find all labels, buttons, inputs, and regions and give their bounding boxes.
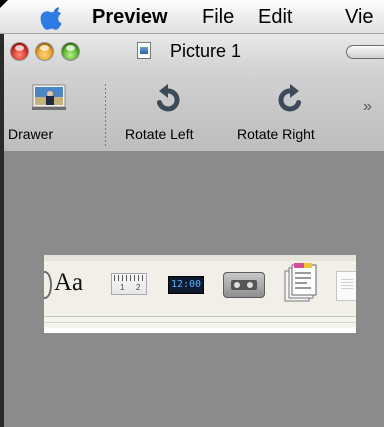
screen: Preview File Edit Vie Picture 1 Drawer R…	[0, 0, 384, 427]
toolbar-separator	[105, 84, 106, 146]
toolbar-overflow-chevron-icon[interactable]: »	[363, 98, 372, 116]
menu-bar: Preview File Edit Vie	[0, 0, 384, 34]
tape-reel-left	[234, 282, 240, 288]
menu-file[interactable]: File	[202, 4, 234, 30]
minimize-button[interactable]	[36, 43, 53, 60]
notes-documents-icon	[284, 263, 317, 302]
font-panel-icon: Aa	[54, 269, 84, 296]
screen-corner	[0, 0, 8, 8]
image-strip: Aa 1 2 12:00	[44, 255, 356, 333]
partial-icon	[44, 271, 52, 299]
window-title: Picture 1	[170, 41, 242, 61]
rotate-right-label[interactable]: Rotate Right	[237, 126, 315, 142]
ruler-number-1: 1	[120, 283, 125, 292]
menu-view[interactable]: Vie	[345, 4, 374, 30]
rotate-right-icon[interactable]	[276, 84, 304, 114]
ruler-number-2: 2	[136, 283, 141, 292]
menu-app-preview[interactable]: Preview	[92, 4, 168, 30]
cassette-tape-icon	[223, 272, 265, 298]
strip-top-band	[44, 255, 356, 261]
apple-menu-icon[interactable]	[40, 6, 66, 30]
ruler-ticks	[114, 275, 144, 281]
drawer-photo-icon[interactable]	[32, 84, 66, 110]
close-button[interactable]	[11, 43, 28, 60]
toolbar-toggle-button[interactable]	[346, 45, 384, 59]
menu-edit[interactable]: Edit	[258, 4, 292, 30]
tape-reel-right	[247, 282, 253, 288]
drawer-label[interactable]: Drawer	[8, 126, 53, 142]
clock-icon: 12:00	[168, 276, 204, 294]
rotate-left-icon[interactable]	[154, 84, 182, 114]
strip-bottom-lines	[44, 314, 356, 333]
page-icon	[336, 271, 356, 301]
rotate-left-label[interactable]: Rotate Left	[125, 126, 194, 142]
document-proxy-icon[interactable]	[137, 42, 151, 59]
zoom-button[interactable]	[62, 43, 79, 60]
ruler-icon: 1 2	[111, 273, 147, 295]
